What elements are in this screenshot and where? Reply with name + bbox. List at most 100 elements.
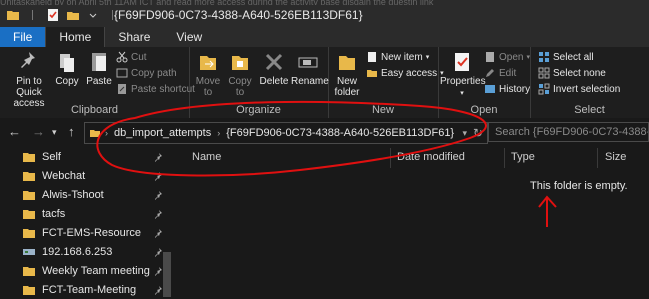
column-header-size[interactable]: Size [605, 151, 626, 163]
column-header-type[interactable]: Type [511, 151, 535, 163]
folder-icon [23, 153, 35, 162]
move-to-label-line2: to [203, 87, 213, 98]
rename-icon [298, 57, 318, 68]
properties-check-icon[interactable] [46, 8, 60, 22]
folder-icon [23, 229, 35, 238]
new-item-button[interactable]: New item ▾ [366, 51, 429, 63]
refresh-icon[interactable]: ↻ [473, 126, 483, 140]
network-drive-icon [23, 249, 35, 255]
open-group-label: Open [470, 104, 498, 116]
address-field[interactable]: › db_import_attempts › {F69FD906-0C73-43… [84, 122, 488, 144]
nav-item-tacfs[interactable]: tacfs [22, 205, 172, 223]
move-to-button[interactable]: Move to [193, 50, 223, 98]
paste-button[interactable]: Paste [86, 50, 112, 87]
pin-label-line1: Pin to Quick [16, 76, 42, 98]
tab-file[interactable]: File [0, 27, 46, 48]
tab-share[interactable]: Share [105, 27, 163, 48]
history-button[interactable]: History [484, 83, 530, 95]
select-all-label: Select all [553, 51, 594, 63]
select-all-button[interactable]: Select all [538, 51, 594, 63]
paste-shortcut-icon [118, 84, 126, 94]
open-button[interactable]: Open ▾ [484, 51, 530, 63]
folder-icon[interactable] [6, 8, 20, 22]
nav-item-webchat[interactable]: Webchat [22, 167, 172, 185]
pin-icon[interactable] [154, 171, 164, 184]
select-none-button[interactable]: Select none [538, 67, 606, 79]
delete-label: Delete [259, 76, 289, 87]
address-dropdown-chevron-icon[interactable]: ▾ [462, 128, 467, 139]
open-group: Properties ▾ Open ▾ Edit History Open [438, 47, 531, 118]
nav-scrollbar[interactable] [163, 252, 171, 297]
properties-button[interactable]: Properties ▾ [440, 50, 486, 99]
nav-item-network-location[interactable]: 192.168.6.253 [22, 243, 172, 261]
search-input[interactable]: Search {F69FD906-0C73-4388-A640-5 [488, 122, 649, 142]
column-divider[interactable] [597, 148, 598, 168]
scissors-icon [116, 51, 128, 63]
up-arrow-icon[interactable]: ↑ [68, 124, 75, 139]
invert-selection-button[interactable]: Invert selection [538, 83, 620, 95]
copy-button[interactable]: Copy [55, 50, 79, 87]
paste-icon [92, 53, 106, 71]
select-all-icon [539, 52, 549, 62]
pin-to-quick-access-button[interactable]: Pin to Quick access [4, 50, 54, 109]
select-group: Select all Select none Invert selection … [530, 47, 649, 118]
folder-icon [23, 172, 35, 181]
nav-item-fct-ems-resource[interactable]: FCT-EMS-Resource [22, 224, 172, 242]
rename-button[interactable]: Rename [291, 50, 329, 87]
delete-button[interactable]: Delete [259, 50, 289, 87]
chevron-down-icon[interactable] [86, 8, 100, 22]
tab-view[interactable]: View [163, 27, 215, 48]
copy-path-icon [116, 68, 128, 78]
new-item-label: New item [381, 51, 423, 63]
pin-icon[interactable] [154, 209, 164, 222]
nav-item-weekly-team-meeting[interactable]: Weekly Team meeting [22, 262, 172, 280]
chevron-down-icon: ▾ [425, 54, 430, 61]
select-none-label: Select none [553, 67, 606, 79]
address-bar-row: ← → ▾ ↑ › db_import_attempts › {F69FD906… [0, 118, 649, 146]
copy-to-button[interactable]: Copy to [225, 50, 255, 98]
invert-selection-icon [538, 83, 550, 95]
copy-to-label-line2: to [235, 87, 245, 98]
pin-icon[interactable] [154, 190, 164, 203]
easy-access-button[interactable]: Easy access ▾ [366, 67, 444, 79]
recent-locations-chevron-icon[interactable]: ▾ [52, 127, 57, 138]
tab-home[interactable]: Home [45, 27, 106, 48]
new-group: New folder New item ▾ Easy access ▾ New [328, 47, 444, 118]
copy-to-label-line1: Copy [228, 76, 252, 87]
clipboard-group-label: Clipboard [70, 104, 119, 116]
new-folder-small-icon[interactable] [66, 8, 80, 22]
new-item-icon [368, 52, 376, 62]
nav-item-alwis-tshoot[interactable]: Alwis-Tshoot [22, 186, 172, 204]
paste-shortcut-label: Paste shortcut [131, 83, 195, 95]
edit-button[interactable]: Edit [484, 67, 516, 79]
nav-item-label: Webchat [42, 170, 86, 182]
overlay-text: Unitaskaheld by on April 5th 11AM ICT an… [0, 0, 434, 5]
breadcrumb-db-import-attempts[interactable]: db_import_attempts [114, 127, 211, 139]
ribbon-tabs: File Home Share View [0, 27, 649, 48]
pin-icon[interactable] [154, 228, 164, 241]
cut-button[interactable]: Cut [116, 51, 147, 63]
edit-label: Edit [499, 67, 517, 79]
new-folder-button[interactable]: New folder [332, 50, 362, 98]
paste-shortcut-button[interactable]: Paste shortcut [116, 83, 195, 95]
column-header-name[interactable]: Name [192, 151, 221, 163]
column-divider[interactable] [390, 148, 391, 168]
back-arrow-icon[interactable]: ← [8, 124, 21, 139]
title-bar: Unitaskaheld by on April 5th 11AM ICT an… [0, 0, 649, 30]
nav-item-fct-team-meeting[interactable]: FCT-Team-Meeting [22, 281, 172, 299]
copy-label: Copy [55, 76, 79, 87]
select-group-label: Select [574, 104, 605, 116]
nav-item-label: FCT-EMS-Resource [42, 227, 142, 239]
folder-icon [90, 130, 100, 137]
rename-label: Rename [291, 76, 329, 87]
column-header-date-modified[interactable]: Date modified [397, 151, 465, 163]
forward-arrow-icon[interactable]: → [32, 124, 45, 139]
empty-folder-message: This folder is empty. [530, 180, 628, 192]
nav-item-self[interactable]: Self [22, 148, 172, 166]
pin-icon[interactable] [154, 152, 164, 165]
column-divider[interactable] [504, 148, 505, 168]
copy-to-icon [232, 56, 248, 70]
properties-label: Properties [440, 76, 486, 87]
copy-path-button[interactable]: Copy path [116, 67, 177, 79]
breadcrumb-current-folder[interactable]: {F69FD906-0C73-4388-A640-526EB113DF61} [226, 127, 454, 139]
